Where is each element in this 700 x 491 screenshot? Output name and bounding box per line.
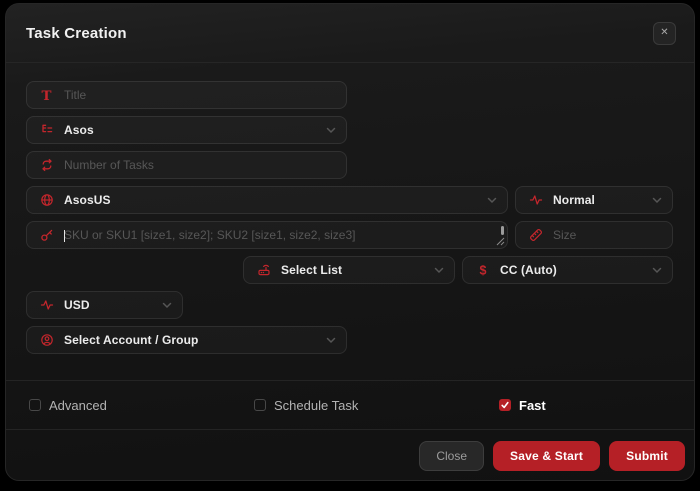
modal-title: Task Creation bbox=[26, 25, 127, 42]
dollar-icon: $ bbox=[475, 263, 490, 278]
sku-input[interactable] bbox=[64, 228, 493, 242]
chevron-down-icon bbox=[652, 197, 662, 204]
row-sku-size bbox=[26, 221, 673, 249]
currency-value: USD bbox=[64, 298, 156, 312]
repeat-icon bbox=[39, 158, 54, 173]
chevron-down-icon bbox=[326, 337, 336, 344]
modal-header: Task Creation ✕ bbox=[6, 4, 694, 63]
row-site: Asos bbox=[26, 116, 673, 144]
sku-textarea[interactable] bbox=[26, 221, 508, 249]
close-button[interactable]: Close bbox=[419, 441, 484, 471]
svg-text:T: T bbox=[42, 88, 52, 103]
advanced-checkbox[interactable]: Advanced bbox=[29, 381, 107, 429]
currency-select[interactable]: USD bbox=[26, 291, 183, 319]
chevron-down-icon bbox=[434, 267, 444, 274]
user-circle-icon bbox=[39, 333, 54, 348]
chevron-down-icon bbox=[326, 127, 336, 134]
chevron-down-icon bbox=[652, 267, 662, 274]
advanced-label: Advanced bbox=[49, 398, 107, 413]
list-tree-icon bbox=[39, 123, 54, 138]
row-account: Select Account / Group bbox=[26, 326, 673, 354]
schedule-task-label: Schedule Task bbox=[274, 398, 358, 413]
cc-value: CC (Auto) bbox=[500, 263, 646, 277]
account-select[interactable]: Select Account / Group bbox=[26, 326, 347, 354]
textarea-resize-handle[interactable] bbox=[496, 237, 505, 246]
row-region-mode: AsosUS Normal bbox=[26, 186, 673, 214]
form-body: T Asos bbox=[6, 63, 694, 380]
account-value: Select Account / Group bbox=[64, 333, 320, 347]
size-field[interactable] bbox=[515, 221, 673, 249]
close-icon[interactable]: ✕ bbox=[653, 22, 676, 45]
mode-value: Normal bbox=[553, 193, 646, 207]
save-start-button[interactable]: Save & Start bbox=[493, 441, 600, 471]
submit-button[interactable]: Submit bbox=[609, 441, 685, 471]
cc-select[interactable]: $ CC (Auto) bbox=[462, 256, 673, 284]
options-strip: Advanced Schedule Task Fast bbox=[6, 380, 694, 429]
title-field[interactable]: T bbox=[26, 81, 347, 109]
site-value: Asos bbox=[64, 123, 320, 137]
textarea-scrollbar[interactable] bbox=[501, 226, 504, 235]
size-input[interactable] bbox=[553, 228, 662, 242]
globe-icon bbox=[39, 193, 54, 208]
ruler-icon bbox=[528, 228, 543, 243]
row-list-cc: Select List $ CC (Auto) bbox=[26, 256, 673, 284]
svg-text:$: $ bbox=[479, 263, 486, 277]
row-title: T bbox=[26, 81, 673, 109]
type-icon: T bbox=[39, 88, 54, 103]
router-icon bbox=[256, 263, 271, 278]
title-input[interactable] bbox=[64, 88, 336, 102]
task-creation-modal: Task Creation ✕ T bbox=[5, 3, 695, 481]
key-icon bbox=[39, 228, 54, 243]
num-tasks-field[interactable] bbox=[26, 151, 347, 179]
activity-icon bbox=[528, 193, 543, 208]
chevron-down-icon bbox=[162, 302, 172, 309]
checkbox-unchecked-icon bbox=[29, 399, 41, 411]
region-value: AsosUS bbox=[64, 193, 481, 207]
modal-footer: Close Save & Start Submit bbox=[6, 429, 694, 480]
region-select[interactable]: AsosUS bbox=[26, 186, 508, 214]
site-select[interactable]: Asos bbox=[26, 116, 347, 144]
proxy-list-value: Select List bbox=[281, 263, 428, 277]
row-num-tasks bbox=[26, 151, 673, 179]
schedule-task-checkbox[interactable]: Schedule Task bbox=[254, 381, 358, 429]
activity-icon bbox=[39, 298, 54, 313]
chevron-down-icon bbox=[487, 197, 497, 204]
fast-label: Fast bbox=[519, 398, 546, 413]
fast-checkbox[interactable]: Fast bbox=[499, 381, 546, 429]
mode-select[interactable]: Normal bbox=[515, 186, 673, 214]
text-caret bbox=[64, 230, 65, 242]
row-currency: USD bbox=[26, 291, 673, 319]
checkbox-checked-icon bbox=[499, 399, 511, 411]
proxy-list-select[interactable]: Select List bbox=[243, 256, 455, 284]
num-tasks-input[interactable] bbox=[64, 158, 336, 172]
checkbox-unchecked-icon bbox=[254, 399, 266, 411]
